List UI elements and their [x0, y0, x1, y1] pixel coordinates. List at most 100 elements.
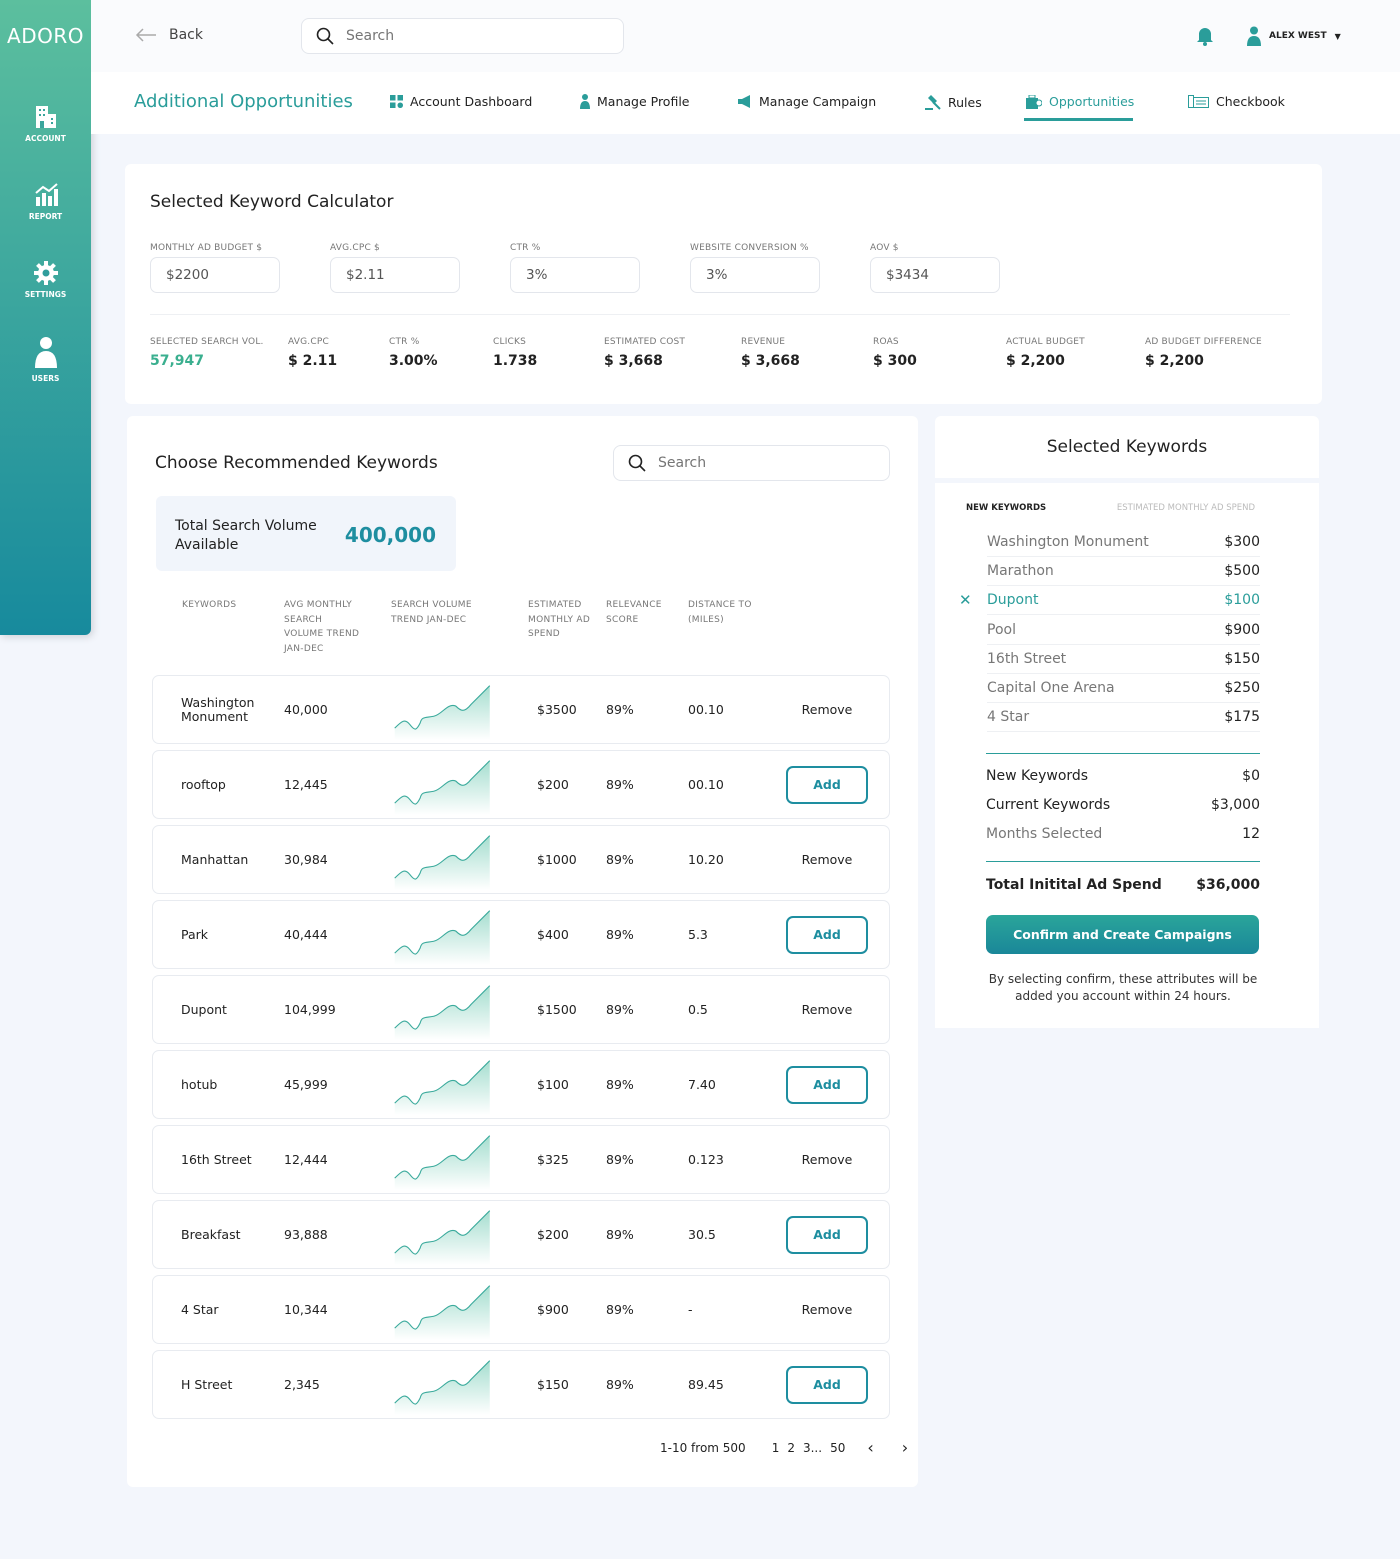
aov-field[interactable]: $3434 [870, 257, 1000, 293]
tab-opportunities[interactable]: Opportunities [1026, 94, 1134, 109]
selected-keyword-name: Washington Monument [987, 534, 1149, 550]
trend-sparkline [394, 1360, 491, 1415]
remove-button[interactable]: Remove [786, 1302, 868, 1317]
volume-cell: 12,445 [284, 777, 328, 792]
remove-button[interactable]: Remove [786, 1002, 868, 1017]
relevance-cell: 89% [606, 1227, 634, 1242]
tab-checkbook[interactable]: Checkbook [1188, 94, 1285, 109]
chart-icon [34, 183, 58, 206]
keyword-cell: Park [181, 926, 209, 942]
sidebar-item-report[interactable]: REPORT [0, 182, 91, 221]
recommended-title: Choose Recommended Keywords [155, 453, 438, 473]
selected-keyword-name: Capital One Arena [987, 680, 1115, 696]
spend-cell: $3500 [537, 702, 577, 717]
add-button[interactable]: Add [786, 1215, 868, 1254]
action-cell: Remove [786, 1276, 868, 1343]
selected-keyword-item[interactable]: Capital One Arena $250 [987, 674, 1260, 703]
action-cell: Remove [786, 826, 868, 893]
monthly-ad-budget-field[interactable]: $2200 [150, 257, 280, 293]
trend-sparkline [394, 1285, 491, 1340]
spend-cell: $100 [537, 1077, 569, 1092]
column-header: RELEVANCE SCORE [606, 600, 662, 625]
sparkline-area [394, 985, 490, 1040]
stat-label: AVG.CPC [288, 337, 329, 347]
selected-keyword-item[interactable]: Marathon $500 [987, 557, 1260, 587]
selected-title: Selected Keywords [1046, 437, 1208, 457]
user-avatar-icon [1247, 26, 1261, 46]
selected-keyword-item[interactable]: Dupont $100 [987, 586, 1260, 616]
selected-keyword-item[interactable]: Pool $900 [987, 616, 1260, 645]
add-button[interactable]: Add [786, 1365, 868, 1404]
selected-keyword-amount: $150 [1224, 650, 1260, 667]
tab-rules[interactable]: Rules [925, 94, 982, 110]
back-button[interactable]: Back [135, 27, 203, 43]
tab-manage-campaign[interactable]: Manage Campaign [737, 94, 876, 109]
header-search[interactable] [301, 18, 624, 54]
stat-label: AD BUDGET DIFFERENCE [1145, 337, 1262, 347]
keyword-cell: 16th Street [181, 1151, 252, 1167]
confirm-button[interactable]: Confirm and Create Campaigns [986, 915, 1259, 954]
distance-cell: 5.3 [688, 927, 708, 942]
remove-button[interactable]: Remove [786, 702, 868, 717]
page-link[interactable]: 2 [787, 1441, 795, 1455]
table-row: rooftop 12,445 $200 89% 00.10 Add [152, 750, 890, 819]
relevance-cell: 89% [606, 1002, 634, 1017]
stat-value: $ 300 [873, 353, 917, 369]
new-keywords-label: New Keywords [986, 768, 1089, 784]
keyword-search[interactable] [613, 445, 890, 481]
chevron-left-icon[interactable]: ‹ [867, 1438, 873, 1457]
column-header: SEARCH VOLUME TREND JAN-DEC [391, 600, 472, 625]
add-button[interactable]: Add [786, 1065, 868, 1104]
pagination: 1-10 from 500 1 2 3... 50 ‹ › [660, 1438, 908, 1457]
col-new-keywords: NEW KEYWORDS [966, 503, 1047, 513]
remove-button[interactable]: Remove [786, 852, 868, 867]
website-conversion-field[interactable]: 3% [690, 257, 820, 293]
sidebar-item-users[interactable]: USERS [0, 336, 91, 383]
sidebar-item-settings[interactable]: SETTINGS [0, 260, 91, 299]
add-button[interactable]: Add [786, 765, 868, 804]
distance-cell: 00.10 [688, 777, 724, 792]
bell-icon[interactable] [1196, 26, 1214, 46]
spend-cell: $900 [537, 1302, 569, 1317]
trend-sparkline [394, 1210, 491, 1265]
sparkline-area [394, 835, 490, 890]
ctr-field[interactable]: 3% [510, 257, 640, 293]
sidebar-item-account[interactable]: ACCOUNT [0, 104, 91, 143]
add-button[interactable]: Add [786, 915, 868, 954]
selected-keyword-name: Dupont [987, 592, 1039, 609]
header-search-input[interactable] [346, 28, 592, 44]
tab-account-dashboard[interactable]: Account Dashboard [390, 94, 532, 109]
confirm-note: By selecting confirm, these attributes w… [988, 972, 1258, 1003]
months-selected: Months Selected 12 [986, 826, 1260, 842]
spend-cell: $400 [537, 927, 569, 942]
table-row: 4 Star 10,344 $900 89% - Remove [152, 1275, 890, 1344]
trend-sparkline [394, 685, 491, 740]
stat-value: 1.738 [493, 353, 538, 369]
remove-button[interactable]: Remove [786, 1152, 868, 1167]
page-link[interactable]: 3... [803, 1441, 822, 1455]
stat-label: ESTIMATED COST [604, 337, 686, 347]
chevron-right-icon[interactable]: › [902, 1438, 908, 1457]
stat-value: 57,947 [150, 353, 205, 369]
keyword-cell: H Street [181, 1376, 233, 1392]
keyword-search-input[interactable] [658, 455, 867, 471]
remove-x-icon[interactable]: ✕ [959, 591, 972, 609]
avg-cpc-field[interactable]: $2.11 [330, 257, 460, 293]
sparkline-area [394, 685, 490, 740]
selected-keyword-item[interactable]: 16th Street $150 [987, 645, 1260, 674]
calculator-title: Selected Keyword Calculator [150, 192, 394, 212]
tab-manage-profile[interactable]: Manage Profile [580, 94, 690, 109]
action-cell: Add [786, 1201, 868, 1268]
page-link[interactable]: 1 [772, 1441, 780, 1455]
person-icon [580, 94, 590, 109]
volume-cell: 30,984 [284, 852, 328, 867]
selected-keyword-item[interactable]: Washington Monument $300 [987, 528, 1260, 557]
page-link[interactable]: 50 [830, 1441, 845, 1455]
user-icon [34, 337, 57, 368]
user-menu[interactable]: ALEX WEST ▼ [1247, 26, 1341, 46]
column-header: AVG MONTHLY SEARCH VOLUME TREND JAN-DEC [284, 600, 360, 654]
table-row: hotub 45,999 $100 89% 7.40 Add [152, 1050, 890, 1119]
relevance-cell: 89% [606, 1077, 634, 1092]
selected-keyword-item[interactable]: 4 Star $175 [987, 703, 1260, 733]
divider [986, 861, 1260, 862]
